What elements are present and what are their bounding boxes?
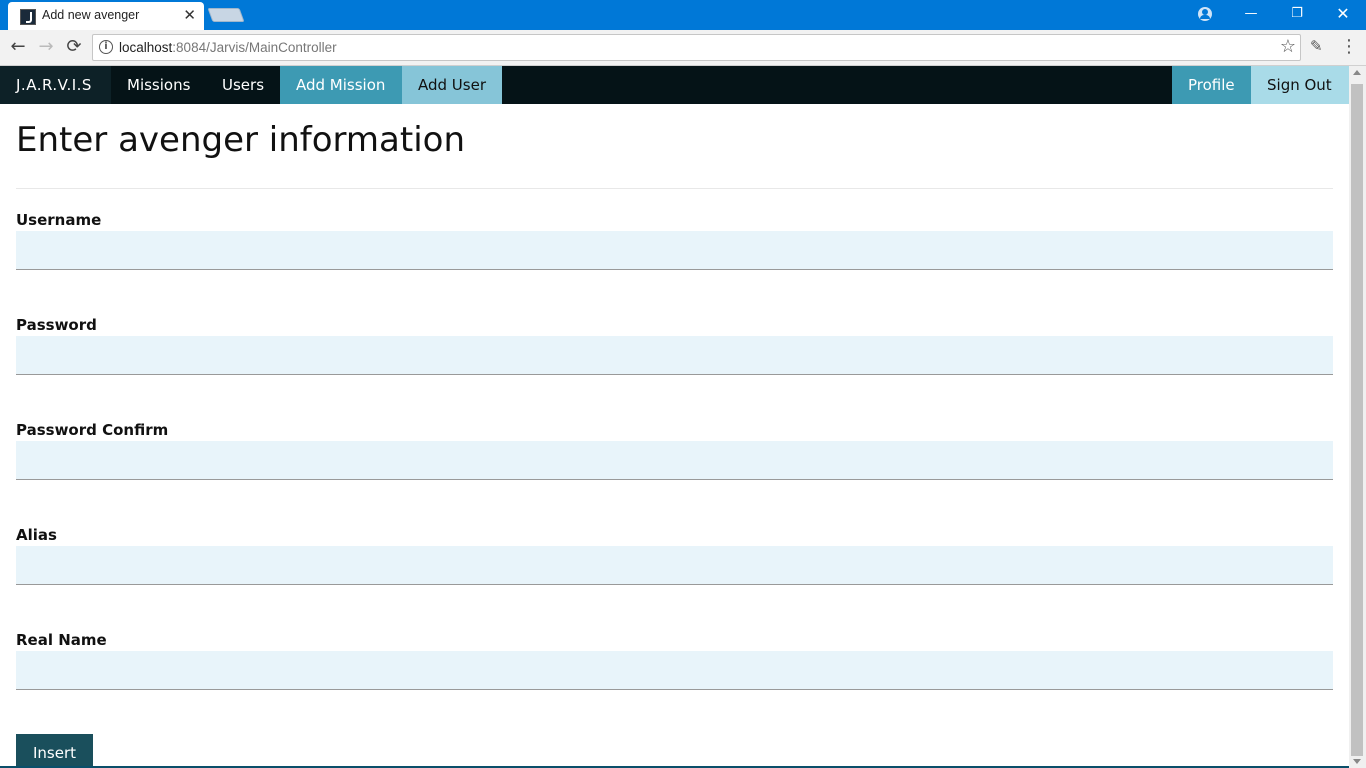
page-scrollbar[interactable] xyxy=(1349,66,1366,768)
username-field[interactable] xyxy=(16,231,1333,270)
real-name-field[interactable] xyxy=(16,651,1333,690)
browser-toolbar: ← → ⟳ i localhost:8084/Jarvis/MainContro… xyxy=(0,30,1366,66)
username-label: Username xyxy=(16,211,102,229)
account-icon[interactable] xyxy=(1198,7,1212,21)
nav-item-users[interactable]: Users xyxy=(206,66,280,104)
bookmark-star-icon[interactable]: ☆ xyxy=(1280,36,1296,57)
alias-label: Alias xyxy=(16,526,57,544)
nav-item-profile[interactable]: Profile xyxy=(1172,66,1251,104)
url-path: :8084/Jarvis/MainController xyxy=(172,40,337,55)
eyedropper-extension-icon[interactable]: ✎ xyxy=(1310,37,1323,55)
tab-title: Add new avenger xyxy=(42,8,140,22)
password-label: Password xyxy=(16,316,97,334)
password-confirm-field[interactable] xyxy=(16,441,1333,480)
nav-item-sign-out[interactable]: Sign Out xyxy=(1251,66,1349,104)
browser-tab[interactable]: Add new avenger ✕ xyxy=(8,2,204,30)
back-icon[interactable]: ← xyxy=(6,36,30,60)
reload-icon[interactable]: ⟳ xyxy=(62,36,86,60)
nav-item-add-mission[interactable]: Add Mission xyxy=(280,66,402,104)
nav-item-add-user[interactable]: Add User xyxy=(402,66,502,104)
app-navbar: J.A.R.V.I.S Missions Users Add Mission A… xyxy=(0,66,1349,104)
real-name-label: Real Name xyxy=(16,631,107,649)
password-confirm-label: Password Confirm xyxy=(16,421,169,439)
password-field[interactable] xyxy=(16,336,1333,375)
window-close-icon[interactable]: ✕ xyxy=(1320,0,1366,30)
favicon-icon xyxy=(20,9,36,25)
minimize-icon[interactable]: — xyxy=(1228,0,1274,30)
url-host: localhost xyxy=(119,40,173,55)
nav-item-missions[interactable]: Missions xyxy=(111,66,206,104)
info-icon[interactable]: i xyxy=(99,40,113,54)
scroll-down-icon[interactable] xyxy=(1353,759,1361,764)
address-bar[interactable]: i localhost:8084/Jarvis/MainController ☆ xyxy=(92,34,1301,61)
forward-icon[interactable]: → xyxy=(34,36,58,60)
tab-close-icon[interactable]: ✕ xyxy=(183,6,196,24)
nav-brand[interactable]: J.A.R.V.I.S xyxy=(0,66,111,104)
scroll-up-icon[interactable] xyxy=(1353,70,1361,75)
insert-button[interactable]: Insert xyxy=(16,734,93,768)
divider xyxy=(16,188,1333,189)
alias-field[interactable] xyxy=(16,546,1333,585)
restore-icon[interactable]: ❐ xyxy=(1274,0,1320,30)
browser-title-bar: Add new avenger ✕ — ❐ ✕ xyxy=(0,0,1366,30)
browser-menu-icon[interactable]: ⋮ xyxy=(1340,36,1358,58)
scroll-thumb[interactable] xyxy=(1351,84,1363,756)
new-tab-button[interactable] xyxy=(207,8,245,22)
url-text[interactable]: localhost:8084/Jarvis/MainController xyxy=(119,40,337,55)
page-title: Enter avenger information xyxy=(16,120,466,160)
